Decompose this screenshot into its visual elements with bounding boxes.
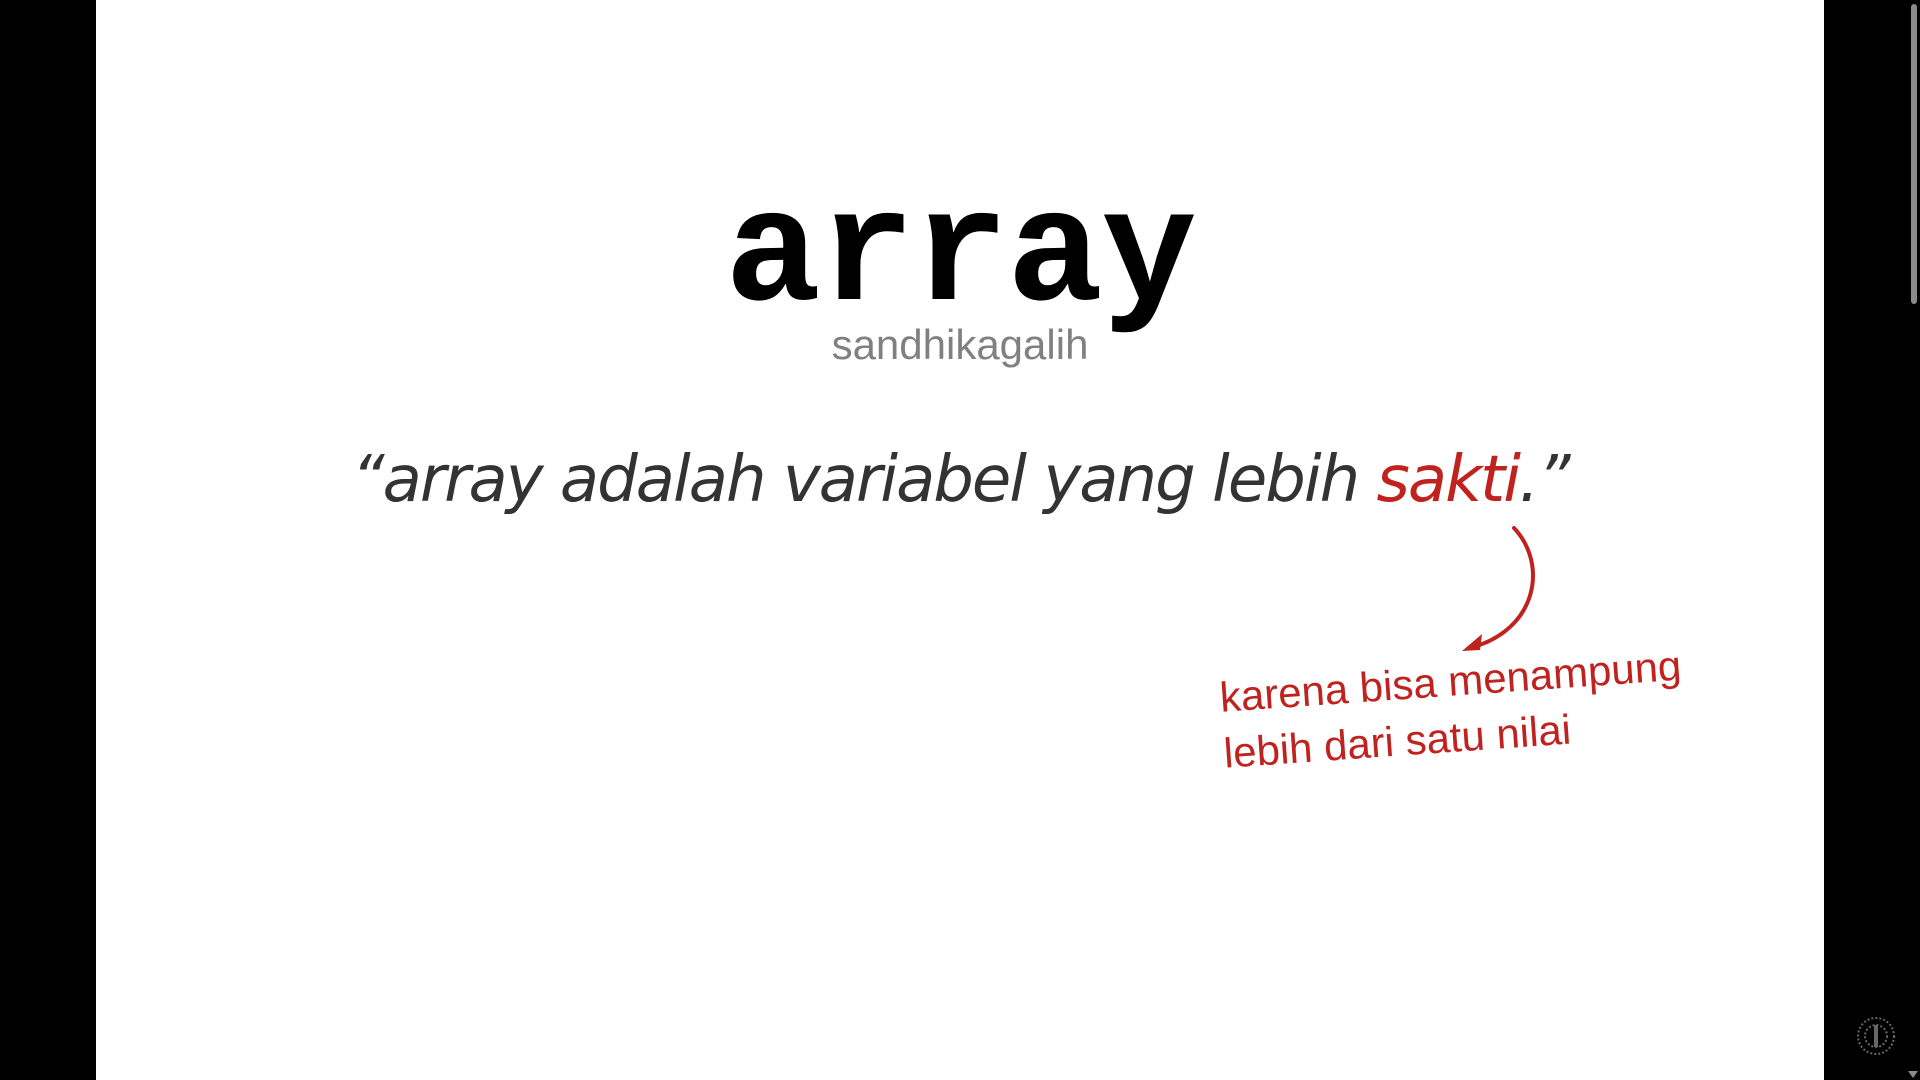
video-frame: array sandhikagalih “array adalah variab… [0, 0, 1920, 1080]
quote-text-end: .” [1519, 443, 1570, 517]
slide: array sandhikagalih “array adalah variab… [96, 0, 1824, 1080]
scrollbar-thumb[interactable] [1911, 4, 1917, 304]
channel-logo-icon [1857, 1017, 1895, 1055]
scroll-down-icon[interactable] [1908, 1071, 1918, 1078]
slide-title: array [724, 167, 1197, 348]
annotation-note: karena bisa menampung lebih dari satu ni… [1218, 638, 1687, 782]
quote-highlight: sakti [1376, 443, 1521, 517]
slide-author: sandhikagalih [831, 321, 1089, 368]
scrollbar[interactable] [1906, 0, 1920, 1080]
slide-quote: “array adalah variabel yang lebih sakti.… [96, 440, 1824, 520]
quote-text-start: “array adalah variabel yang lebih [351, 443, 1377, 517]
curved-arrow-icon [1462, 526, 1535, 651]
